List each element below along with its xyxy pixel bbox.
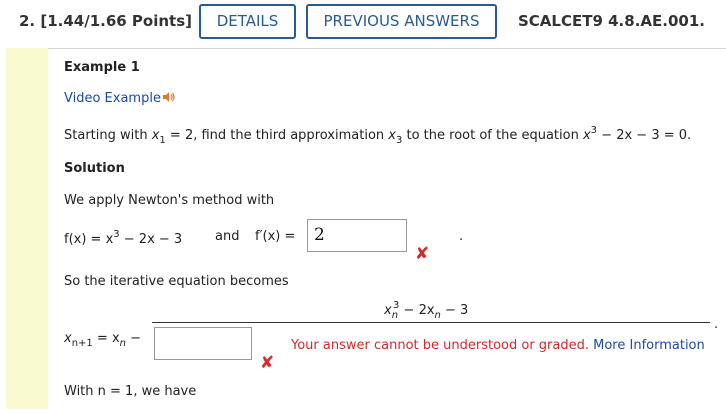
with-n-text: With n = 1, we have — [64, 384, 197, 399]
question-header: 2. [1.44/1.66 Points] DETAILS PREVIOUS A… — [0, 0, 726, 44]
error-message: Your answer cannot be understood or grad… — [291, 338, 589, 353]
numerator-expression: xn3 − 2xn − 3 — [384, 300, 469, 321]
question-points-label: 2. [1.44/1.66 Points] — [19, 12, 193, 30]
question-body: Example 1 Video Example Starting with x1… — [48, 48, 726, 410]
question-sidebar — [6, 48, 48, 409]
more-information-link[interactable]: More Information — [593, 338, 705, 353]
incorrect-x-icon-2: ✘ — [260, 353, 275, 373]
incorrect-x-icon: ✘ — [415, 244, 430, 264]
fraction-period: . — [714, 317, 719, 332]
fprime-period: . — [459, 229, 464, 244]
video-example-label: Video Example — [64, 91, 161, 106]
example-prompt: Starting with x1 = 2, find the third app… — [64, 125, 692, 146]
speaker-icon[interactable] — [162, 91, 176, 103]
denominator-answer-input[interactable] — [154, 327, 252, 360]
error-feedback: Your answer cannot be understood or grad… — [291, 338, 705, 353]
solution-heading: Solution — [64, 161, 125, 176]
f-expression: f(x) = x3 − 2x − 3 — [64, 229, 183, 247]
iteration-lhs: xn+1 = xn − — [64, 331, 142, 349]
and-text: and — [215, 229, 240, 244]
example-title: Example 1 — [64, 60, 140, 75]
details-button[interactable]: DETAILS — [199, 4, 296, 39]
question-id: SCALCET9 4.8.AE.001. — [518, 12, 705, 30]
video-example-link[interactable]: Video Example — [64, 91, 176, 106]
iterative-equation-text: So the iterative equation becomes — [64, 274, 289, 289]
newton-method-text: We apply Newton's method with — [64, 193, 275, 208]
fprime-label: f′(x) = — [255, 229, 296, 244]
fraction-bar — [152, 322, 710, 323]
previous-answers-button[interactable]: PREVIOUS ANSWERS — [306, 4, 497, 39]
fprime-answer-input[interactable]: 2 — [307, 219, 407, 252]
